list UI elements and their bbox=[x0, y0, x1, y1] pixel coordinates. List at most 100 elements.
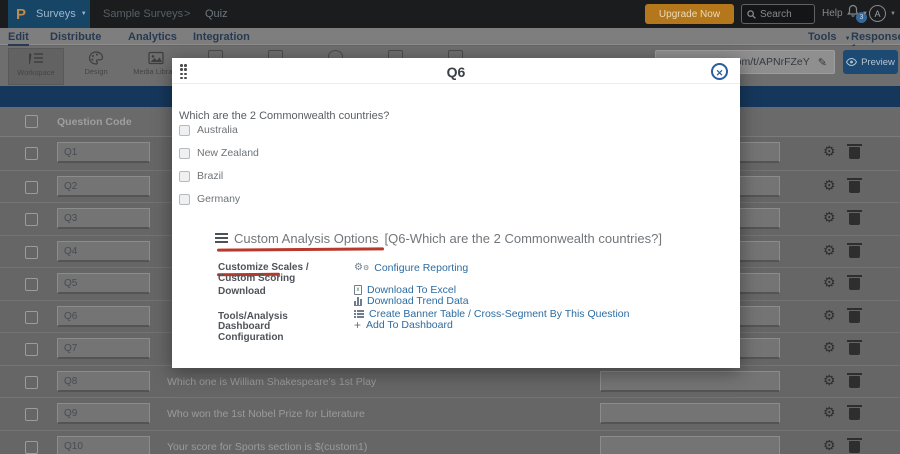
analysis-heading: Custom Analysis Options [Q6-Which are th… bbox=[215, 231, 662, 246]
tab-edit[interactable]: Edit bbox=[8, 31, 29, 46]
gear-icon[interactable]: ⚙ bbox=[823, 275, 836, 289]
option-label: New Zealand bbox=[197, 147, 259, 159]
preview-button[interactable]: Preview bbox=[843, 50, 898, 74]
row-checkbox[interactable] bbox=[25, 147, 38, 160]
eye-icon bbox=[846, 58, 857, 66]
main-menubar: Edit Distribute Analytics Integration To… bbox=[0, 28, 900, 45]
pencil-icon[interactable]: ✎ bbox=[818, 56, 827, 69]
question-code-input[interactable]: Q4 bbox=[57, 241, 150, 262]
question-code-input[interactable]: Q2 bbox=[57, 176, 150, 197]
question-text: Who won the 1st Nobel Prize for Literatu… bbox=[167, 408, 365, 420]
gear-icon[interactable]: ⚙ bbox=[823, 210, 836, 224]
search-placeholder: Search bbox=[760, 9, 792, 20]
toolbar-tile-design[interactable]: Design bbox=[68, 48, 124, 85]
trash-icon[interactable] bbox=[849, 343, 860, 355]
toolbar-tile-workspace[interactable]: Workspace bbox=[8, 48, 64, 85]
row-checkbox[interactable] bbox=[25, 343, 38, 356]
gear-icon[interactable]: ⚙ bbox=[823, 243, 836, 257]
chevron-down-icon[interactable]: ▼ bbox=[890, 11, 896, 17]
question-value-input[interactable] bbox=[600, 403, 780, 424]
app-window: P Surveys ▼ Sample Surveys > Quiz Upgrad… bbox=[0, 0, 900, 454]
row-checkbox[interactable] bbox=[25, 441, 38, 454]
configure-reporting-link[interactable]: ⚙⚙ Configure Reporting bbox=[354, 262, 468, 274]
analysis-group-label: Download bbox=[218, 286, 334, 297]
search-input[interactable]: Search bbox=[741, 4, 815, 24]
question-code-input[interactable]: Q3 bbox=[57, 208, 150, 229]
list-icon bbox=[215, 233, 228, 244]
question-code-input[interactable]: Q10 bbox=[57, 436, 150, 454]
option-checkbox[interactable] bbox=[179, 148, 190, 159]
chart-icon bbox=[354, 297, 362, 306]
option-row: Brazil bbox=[179, 169, 223, 183]
breadcrumb-parent[interactable]: Sample Surveys bbox=[103, 8, 183, 20]
add-to-dashboard-link[interactable]: + Add To Dashboard bbox=[354, 319, 453, 331]
tab-analytics[interactable]: Analytics bbox=[128, 31, 177, 43]
question-value-input[interactable] bbox=[600, 436, 780, 454]
question-code-input[interactable]: Q6 bbox=[57, 306, 150, 327]
surveys-menu[interactable]: P Surveys ▼ bbox=[8, 0, 90, 28]
search-icon bbox=[747, 10, 756, 19]
trash-icon[interactable] bbox=[849, 147, 860, 159]
gear-icon[interactable]: ⚙ bbox=[823, 405, 836, 419]
question-text: Your score for Sports section is $(custo… bbox=[167, 441, 367, 453]
trash-icon[interactable] bbox=[849, 376, 860, 388]
help-link[interactable]: Help bbox=[822, 8, 843, 19]
gear-icon[interactable]: ⚙ bbox=[823, 373, 836, 387]
trash-icon[interactable] bbox=[849, 181, 860, 193]
gear-icon[interactable]: ⚙ bbox=[823, 308, 836, 322]
row-checkbox[interactable] bbox=[25, 408, 38, 421]
link-label: Download Trend Data bbox=[367, 295, 469, 307]
gear-icon[interactable]: ⚙ bbox=[823, 178, 836, 192]
tab-distribute[interactable]: Distribute bbox=[50, 31, 101, 43]
question-code-input[interactable]: Q7 bbox=[57, 338, 150, 359]
question-text: Which one is William Shakespeare's 1st P… bbox=[167, 376, 376, 388]
toolbar-tile-label: Workspace bbox=[9, 68, 63, 77]
question-value-input[interactable] bbox=[600, 371, 780, 392]
column-header-question-code: Question Code bbox=[57, 116, 132, 128]
option-label: Germany bbox=[197, 193, 240, 205]
download-trend-link[interactable]: Download Trend Data bbox=[354, 295, 469, 307]
analysis-heading-suffix: [Q6-Which are the 2 Commonwealth countri… bbox=[385, 231, 662, 246]
question-code-input[interactable]: Q9 bbox=[57, 403, 150, 424]
row-checkbox[interactable] bbox=[25, 181, 38, 194]
option-checkbox[interactable] bbox=[179, 171, 190, 182]
option-checkbox[interactable] bbox=[179, 125, 190, 136]
trash-icon[interactable] bbox=[849, 408, 860, 420]
option-row: Australia bbox=[179, 123, 238, 137]
tools-menu[interactable]: Tools ▼ bbox=[808, 31, 851, 43]
trash-icon[interactable] bbox=[849, 278, 860, 290]
row-checkbox[interactable] bbox=[25, 213, 38, 226]
modal-header: Q6 ✕ bbox=[172, 58, 740, 84]
option-checkbox[interactable] bbox=[179, 194, 190, 205]
trash-icon[interactable] bbox=[849, 441, 860, 453]
avatar[interactable]: A bbox=[869, 5, 886, 22]
tab-integration[interactable]: Integration bbox=[193, 31, 250, 43]
gear-icon[interactable]: ⚙ bbox=[823, 144, 836, 158]
table-row: Q10 Your score for Sports section is $(c… bbox=[0, 430, 900, 454]
question-code-input[interactable]: Q5 bbox=[57, 273, 150, 294]
analysis-group-label: Dashboard Configuration bbox=[218, 321, 334, 343]
tools-label: Tools bbox=[808, 31, 837, 43]
row-checkbox[interactable] bbox=[25, 311, 38, 324]
row-checkbox[interactable] bbox=[25, 246, 38, 259]
close-icon[interactable]: ✕ bbox=[711, 63, 728, 80]
trash-icon[interactable] bbox=[849, 311, 860, 323]
chevron-down-icon[interactable]: ▼ bbox=[862, 11, 868, 17]
surveys-menu-label: Surveys bbox=[36, 8, 76, 20]
gear-icon[interactable]: ⚙ bbox=[823, 438, 836, 452]
gear-icon[interactable]: ⚙ bbox=[823, 340, 836, 354]
option-row: New Zealand bbox=[179, 146, 259, 160]
question-code-input[interactable]: Q1 bbox=[57, 142, 150, 163]
question-code-input[interactable]: Q8 bbox=[57, 371, 150, 392]
option-label: Brazil bbox=[197, 170, 223, 182]
trash-icon[interactable] bbox=[849, 246, 860, 258]
breadcrumb-current: Quiz bbox=[205, 8, 228, 20]
list-icon bbox=[354, 310, 364, 318]
upgrade-button[interactable]: Upgrade Now bbox=[645, 4, 734, 24]
row-checkbox[interactable] bbox=[25, 278, 38, 291]
link-label: Configure Reporting bbox=[374, 262, 468, 274]
toolbar-tile-label: Design bbox=[68, 67, 124, 76]
select-all-checkbox[interactable] bbox=[25, 115, 38, 128]
row-checkbox[interactable] bbox=[25, 376, 38, 389]
trash-icon[interactable] bbox=[849, 213, 860, 225]
